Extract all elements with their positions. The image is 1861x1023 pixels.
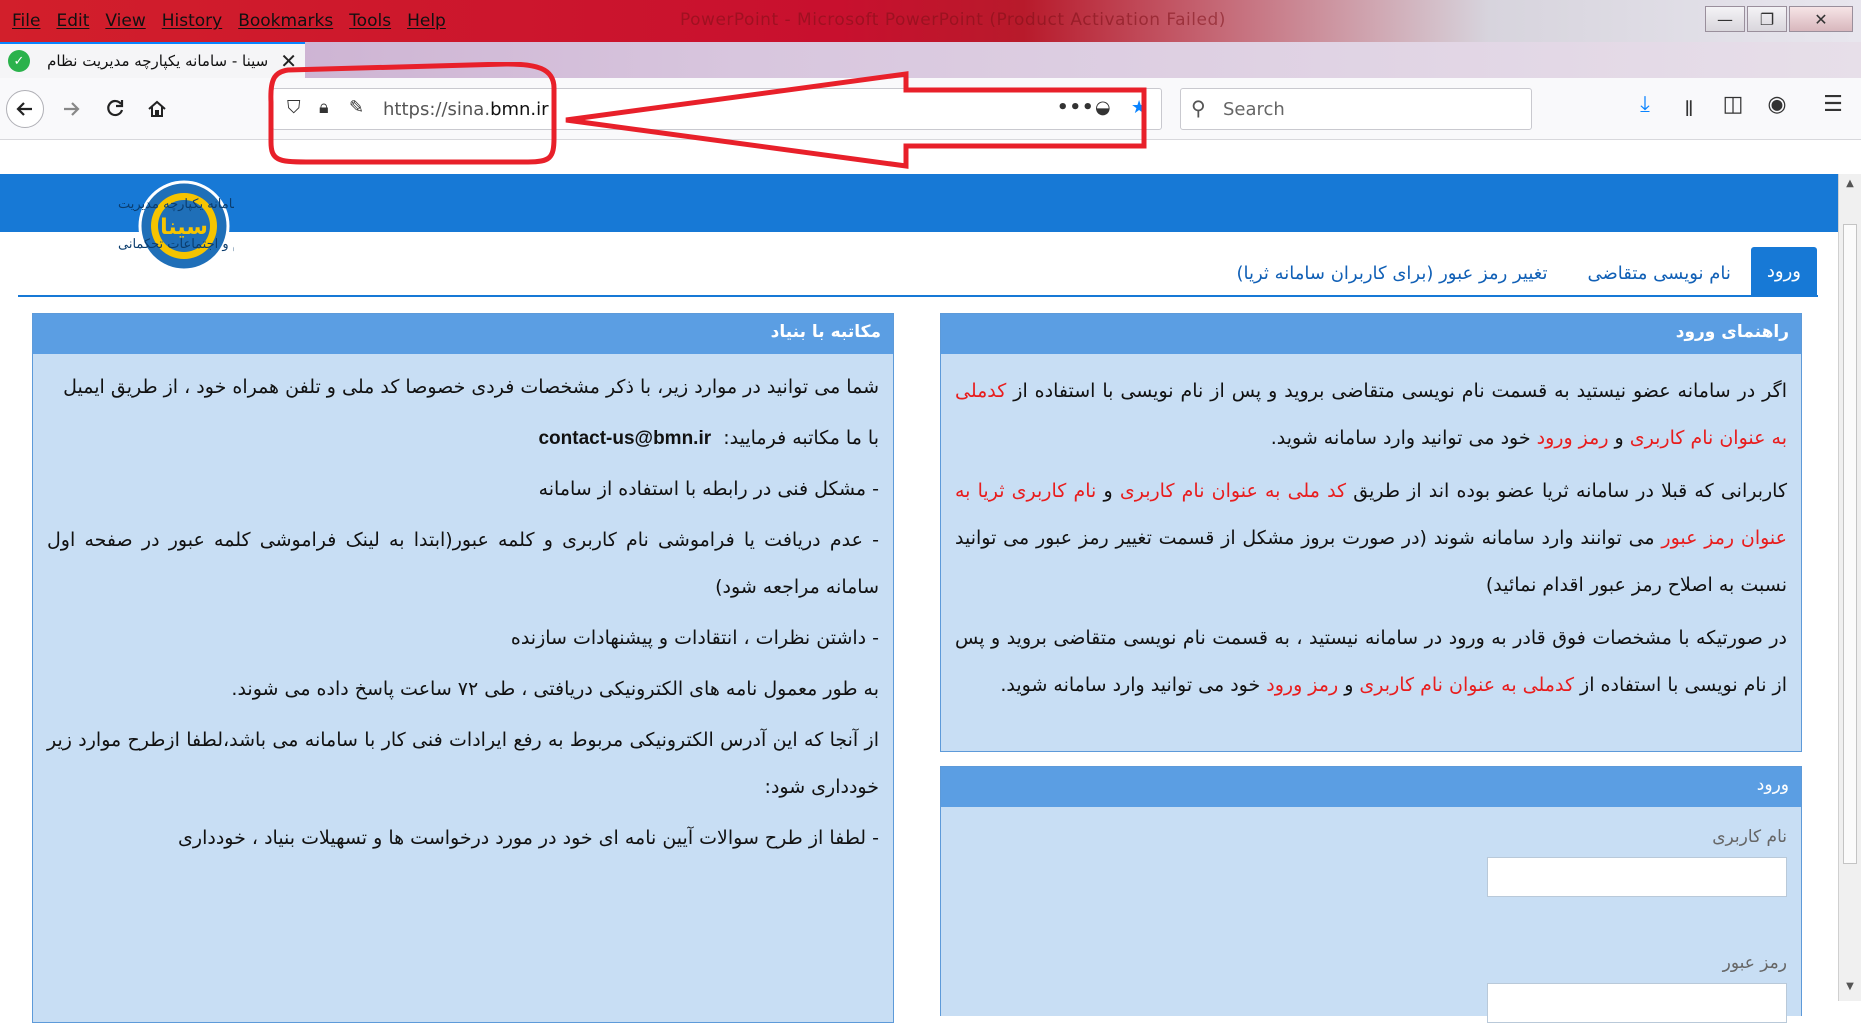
contact-text: شما می توانید در موارد زیر، با ذکر مشخصا… bbox=[33, 354, 893, 872]
login-guide-panel: راهنمای ورود اگر در سامانه عضو نیستید به… bbox=[940, 313, 1802, 752]
window-controls: — ❐ ✕ bbox=[1705, 6, 1853, 32]
menu-bookmarks[interactable]: Bookmarks bbox=[230, 11, 341, 31]
highlight-text: کد ملی به عنوان نام کاربری bbox=[1119, 480, 1347, 502]
contact-panel: مکاتبه با بنیاد شما می توانید در موارد ز… bbox=[32, 313, 894, 1023]
sidebar-icon[interactable]: ◫ bbox=[1716, 92, 1750, 117]
arrow-shape bbox=[565, 71, 1147, 169]
guide-text: اگر در سامانه عضو نیستید به قسمت نام نوی… bbox=[941, 354, 1801, 719]
highlight-text: رمز ورود bbox=[1536, 427, 1609, 449]
password-input[interactable] bbox=[1487, 983, 1787, 1023]
site-logo: سینا سامانه یکپارچه مدیریت نظام و اجتماع… bbox=[118, 180, 234, 272]
account-icon[interactable]: ◉ bbox=[1760, 92, 1794, 117]
highlight-text: کدملی به عنوان نام کاربری bbox=[1359, 674, 1574, 696]
home-button[interactable] bbox=[138, 90, 176, 128]
contact-email-line: با ما مکاتبه فرمایید: contact-us@bmn.ir bbox=[47, 415, 879, 462]
reload-icon bbox=[107, 99, 124, 117]
download-icon[interactable]: ⤓ bbox=[1628, 92, 1662, 117]
scroll-up-icon[interactable]: ▲ bbox=[1842, 178, 1858, 194]
menu-view[interactable]: View bbox=[97, 11, 153, 31]
panel-title: ورود bbox=[941, 767, 1801, 807]
guide-paragraph-3: در صورتیکه با مشخصات فوق قادر به ورود در… bbox=[955, 615, 1787, 709]
page-scrollbar[interactable]: ▲ ▼ bbox=[1838, 174, 1861, 1001]
email-suffix: با ما مکاتبه فرمایید: bbox=[723, 427, 879, 449]
panel-title: مکاتبه با بنیاد bbox=[33, 314, 893, 354]
username-input[interactable] bbox=[1487, 857, 1787, 897]
window-title: PowerPoint - Microsoft PowerPoint (Produ… bbox=[680, 10, 1226, 30]
scrollbar-thumb[interactable] bbox=[1843, 224, 1857, 864]
password-label: رمز عبور bbox=[1722, 953, 1787, 973]
back-button[interactable] bbox=[6, 90, 44, 128]
scroll-down-icon[interactable]: ▼ bbox=[1842, 981, 1858, 997]
back-icon bbox=[16, 102, 32, 116]
guide-text-run: خود می توانید وارد سامانه شوید. bbox=[1000, 674, 1267, 696]
tab-register[interactable]: نام نویسی متقاضی bbox=[1567, 251, 1750, 296]
minimize-button[interactable]: — bbox=[1705, 6, 1745, 32]
guide-text-run: و bbox=[1338, 674, 1360, 696]
menu-bar: File Edit View History Bookmarks Tools H… bbox=[0, 0, 454, 42]
search-bar[interactable]: ⚲ Search bbox=[1180, 88, 1532, 130]
menu-file[interactable]: File bbox=[4, 11, 48, 31]
panel-title: راهنمای ورود bbox=[941, 314, 1801, 354]
guide-text-run: کاربرانی که قبلا در سامانه ثریا عضو بوده… bbox=[1346, 480, 1788, 502]
guide-text-run: اگر در سامانه عضو نیستید به قسمت نام نوی… bbox=[1006, 380, 1787, 402]
reload-button[interactable] bbox=[96, 90, 134, 128]
response-note: به طور معمول نامه های الکترونیکی دریافتی… bbox=[231, 678, 879, 700]
library-icon[interactable]: 𝍪 bbox=[1672, 92, 1706, 130]
menu-icon[interactable]: ☰ bbox=[1816, 92, 1850, 117]
tab-change-password[interactable]: تغییر رمز عبور (برای کاربران سامانه ثریا… bbox=[1216, 251, 1567, 296]
guide-paragraph-2: کاربرانی که قبلا در سامانه ثریا عضو بوده… bbox=[955, 468, 1787, 609]
highlight-text: رمز ورود bbox=[1266, 674, 1339, 696]
guide-paragraph-1: اگر در سامانه عضو نیستید به قسمت نام نوی… bbox=[955, 368, 1787, 462]
tab-title: سینا - سامانه یکپارچه مدیریت نظام bbox=[47, 52, 269, 70]
site-favicon-icon: ✓ bbox=[8, 50, 30, 72]
guide-text-run: و bbox=[1096, 480, 1120, 502]
contact-email-link[interactable]: contact-us@bmn.ir bbox=[538, 428, 711, 449]
final-note: - لطفا از طرح سوالات آیین نامه ای خود در… bbox=[178, 827, 879, 849]
menu-tools[interactable]: Tools bbox=[341, 11, 399, 31]
menu-history[interactable]: History bbox=[154, 11, 230, 31]
menu-edit[interactable]: Edit bbox=[48, 11, 97, 31]
home-icon bbox=[148, 100, 166, 117]
contact-intro: شما می توانید در موارد زیر، با ذکر مشخصا… bbox=[63, 376, 879, 398]
forward-icon bbox=[64, 102, 80, 116]
url-highlight-ellipse bbox=[268, 62, 557, 165]
maximize-button[interactable]: ❐ bbox=[1747, 6, 1787, 32]
contact-item: - مشکل فنی در رابطه با استفاده از سامانه bbox=[538, 478, 879, 500]
close-window-button[interactable]: ✕ bbox=[1789, 6, 1853, 32]
page-nav-tabs: ورود نام نویسی متقاضی تغییر رمز عبور (بر… bbox=[1216, 247, 1817, 296]
contact-item: - عدم دریافت یا فراموشی نام کاربری و کلم… bbox=[47, 529, 879, 598]
search-icon: ⚲ bbox=[1191, 96, 1206, 120]
menu-help[interactable]: Help bbox=[399, 11, 454, 31]
search-placeholder: Search bbox=[1223, 99, 1285, 120]
annotation-arrow bbox=[268, 62, 1147, 169]
contact-item: - داشتن نظرات ، انتقادات و پیشنهادات ساز… bbox=[510, 627, 879, 649]
browser-tab[interactable]: ✓ سینا - سامانه یکپارچه مدیریت نظام ✕ bbox=[0, 42, 305, 78]
guide-text-run: خود می توانید وارد سامانه شوید. bbox=[1270, 427, 1537, 449]
scope-note: از آنجا که این آدرس الکترونیکی مربوط به … bbox=[47, 729, 879, 798]
tab-login[interactable]: ورود bbox=[1750, 247, 1817, 296]
guide-text-run: و bbox=[1608, 427, 1630, 449]
svg-text:نظام و اجتماعات تحکمانی: نظام و اجتماعات تحکمانی bbox=[118, 237, 234, 252]
login-form-panel: ورود نام کاربری رمز عبور bbox=[940, 766, 1802, 1023]
tabs-underline bbox=[18, 295, 1818, 297]
site-header-bar bbox=[0, 174, 1838, 232]
svg-text:سامانه یکپارچه مدیریت: سامانه یکپارچه مدیریت bbox=[118, 197, 234, 212]
username-label: نام کاربری bbox=[1712, 827, 1787, 847]
forward-button[interactable] bbox=[52, 90, 90, 128]
